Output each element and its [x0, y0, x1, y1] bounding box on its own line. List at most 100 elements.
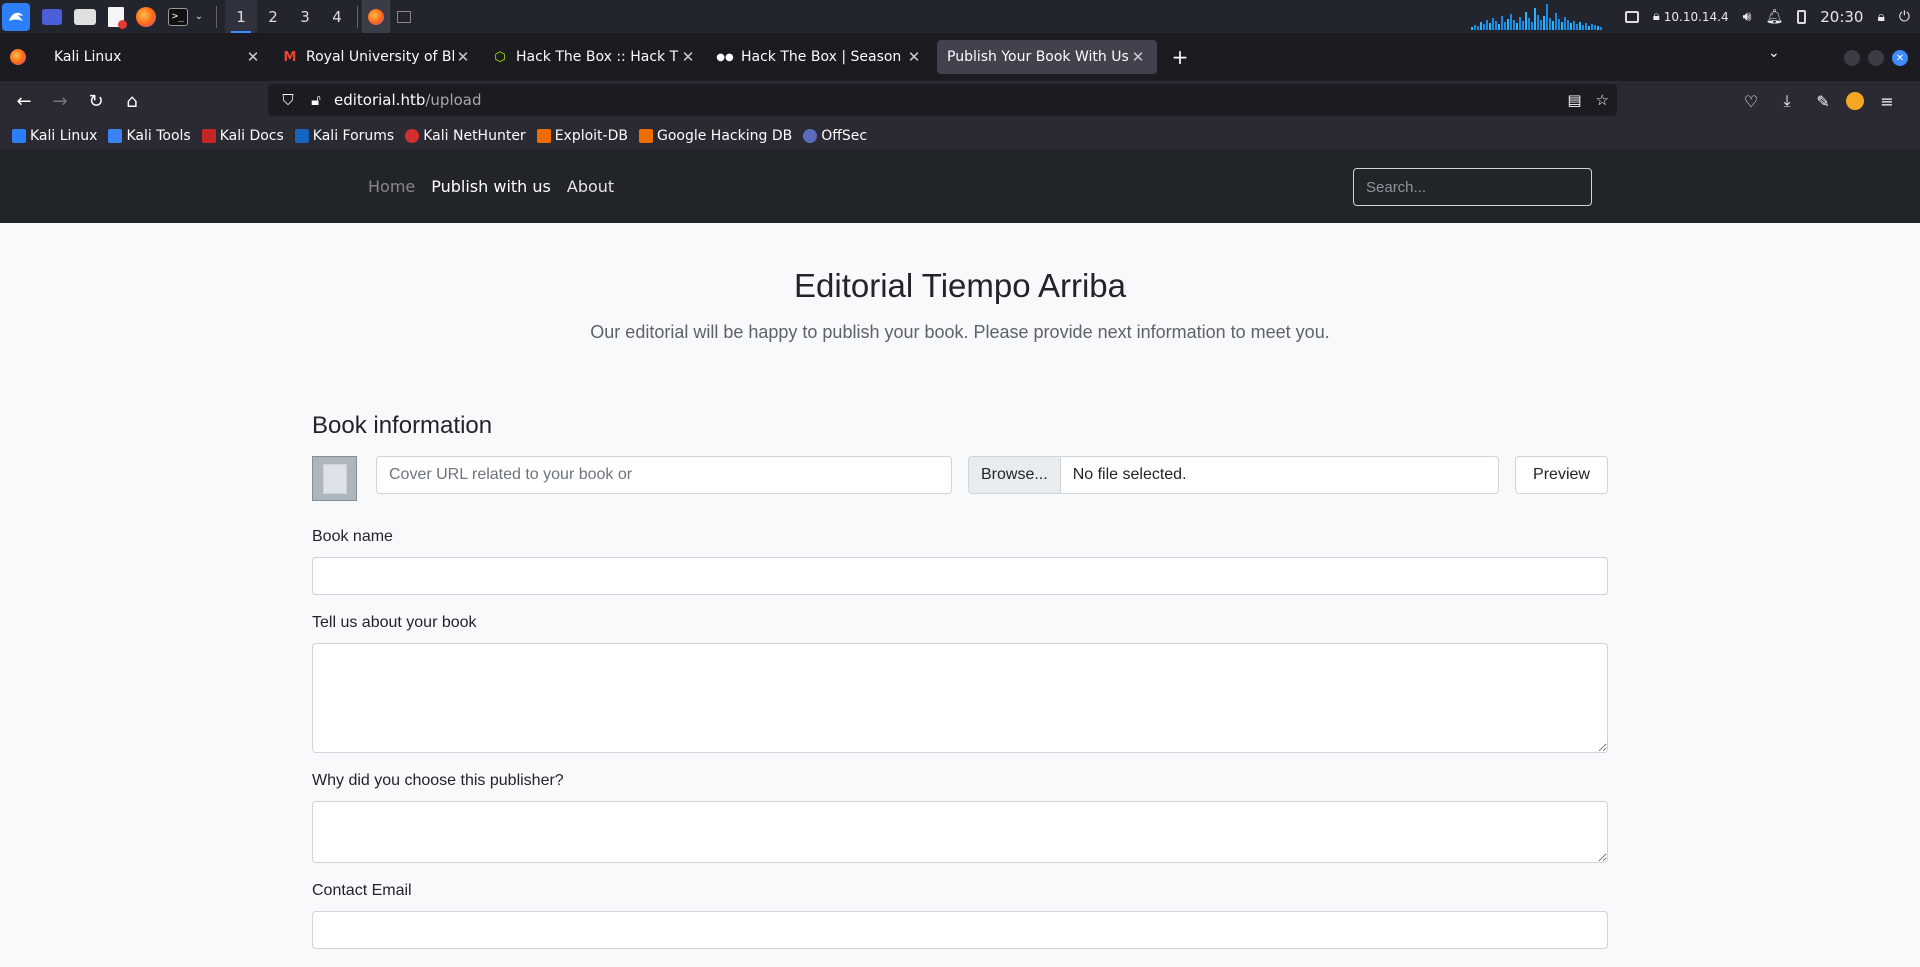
network-activity-bar: [1500, 15, 1503, 30]
account-avatar-icon[interactable]: [1846, 92, 1864, 110]
new-tab-button[interactable]: +: [1165, 45, 1195, 69]
close-icon[interactable]: ✕: [905, 48, 923, 66]
contact-email-label: Contact Email: [312, 882, 412, 899]
taskbar-firefox-icon[interactable]: [362, 0, 390, 33]
bookmark-star-icon[interactable]: ☆: [1596, 91, 1609, 109]
tab-title: Hack The Box | Season 5-: [741, 49, 905, 65]
tab-publish-your-book[interactable]: Publish Your Book With Us - E ✕: [937, 40, 1157, 74]
url-bar[interactable]: ⛉ 🔓︎ editorial.htb /upload ▤ ☆: [268, 84, 1617, 116]
notification-bell-icon[interactable]: 🔔︎: [1765, 9, 1783, 25]
network-activity-bar: [1545, 3, 1548, 30]
window-maximize-button[interactable]: [1868, 50, 1884, 66]
workspace-1[interactable]: 1: [225, 0, 257, 33]
network-graph: [1470, 3, 1611, 30]
text-editor-icon[interactable]: [108, 6, 127, 29]
chevron-down-icon[interactable]: ⌄: [194, 7, 204, 27]
network-activity-bar: [1536, 14, 1539, 30]
network-activity-bar: [1587, 25, 1590, 30]
pocket-icon[interactable]: ♡: [1738, 92, 1764, 111]
browser-navigation-bar: ← → ↻ ⌂ ⛉ 🔓︎ editorial.htb /upload ▤ ☆ ♡…: [0, 81, 1920, 121]
workspace-3[interactable]: 3: [289, 0, 321, 33]
browse-button[interactable]: Browse...: [969, 457, 1061, 493]
tab-hack-the-box[interactable]: ⬡ Hack The Box :: Hack The Box ✕: [482, 40, 707, 74]
reader-view-icon[interactable]: ▤: [1567, 91, 1581, 109]
firefox-view-icon[interactable]: [0, 49, 36, 65]
site-navbar: Home Publish with us About: [0, 150, 1920, 223]
url-path: /upload: [425, 91, 482, 109]
reload-icon[interactable]: ↻: [78, 86, 114, 116]
window-close-button[interactable]: ✕: [1892, 50, 1908, 66]
network-activity-bar: [1482, 23, 1485, 30]
display-icon[interactable]: [1624, 10, 1639, 23]
file-manager-icon[interactable]: [74, 8, 96, 25]
bookmark-kali-linux[interactable]: Kali Linux: [12, 128, 97, 144]
bookmark-kali-tools[interactable]: Kali Tools: [108, 128, 191, 144]
taskbar-terminal-icon[interactable]: [390, 0, 418, 33]
firefox-launcher-icon[interactable]: [136, 6, 156, 27]
bookmark-offsec[interactable]: OffSec: [803, 128, 867, 144]
nav-about-link[interactable]: About: [567, 177, 614, 196]
workspace-4[interactable]: 4: [321, 0, 353, 33]
offsec-icon: [803, 128, 818, 143]
gmail-icon: M: [283, 49, 297, 65]
contact-email-input[interactable]: [312, 911, 1608, 949]
power-icon[interactable]: ⏻: [1899, 9, 1910, 25]
close-icon[interactable]: ✕: [679, 48, 697, 66]
close-icon[interactable]: ✕: [1129, 48, 1147, 66]
page-title: Editorial Tiempo Arriba: [794, 267, 1126, 304]
htb-icon: ⬡: [494, 49, 506, 65]
cover-url-input[interactable]: [376, 456, 952, 494]
about-book-textarea[interactable]: [312, 643, 1608, 753]
book-name-input[interactable]: [312, 557, 1608, 595]
preview-button[interactable]: Preview: [1515, 456, 1608, 494]
home-icon[interactable]: ⌂: [114, 86, 150, 116]
page-info-icon[interactable]: 🔓︎: [302, 91, 330, 109]
window-minimize-button[interactable]: [1844, 50, 1860, 66]
kali-tools-icon: [108, 128, 123, 143]
network-activity-bar: [1542, 15, 1545, 30]
extensions-icon[interactable]: ✎: [1810, 92, 1836, 111]
cover-file-input[interactable]: Browse... No file selected.: [968, 456, 1499, 494]
bookmark-kali-docs[interactable]: Kali Docs: [201, 127, 284, 144]
panel-separator: [357, 5, 358, 28]
site-search-input[interactable]: [1353, 168, 1592, 206]
close-icon[interactable]: ✕: [244, 48, 262, 66]
panel-separator: [216, 5, 217, 28]
tracking-shield-icon[interactable]: ⛉: [274, 91, 302, 109]
why-publisher-textarea[interactable]: [312, 801, 1608, 863]
kali-docs-icon: [201, 128, 216, 143]
bookmark-google-hacking-db[interactable]: Google Hacking DB: [638, 127, 793, 144]
tab-royal-university[interactable]: M Royal University of Bhutan ✕: [272, 40, 482, 74]
show-desktop-icon[interactable]: [42, 8, 62, 25]
nav-home-link[interactable]: Home: [368, 177, 415, 196]
clock[interactable]: 20:30: [1820, 8, 1863, 26]
network-activity-bar: [1515, 22, 1518, 30]
back-arrow-icon[interactable]: ←: [6, 86, 42, 116]
bookmark-label: Kali Docs: [219, 127, 284, 144]
tab-htb-season[interactable]: ●● Hack The Box | Season 5- ✕: [707, 40, 933, 74]
tab-kali-linux[interactable]: Kali Linux ✕: [44, 40, 272, 74]
volume-icon[interactable]: 🔊︎: [1743, 9, 1752, 25]
terminal-launcher-icon[interactable]: >_: [168, 7, 188, 26]
forward-arrow-icon[interactable]: →: [42, 86, 78, 116]
downloads-icon[interactable]: ⤓: [1774, 91, 1800, 111]
medium-icon: ●●: [716, 51, 734, 63]
bookmark-kali-nethunter[interactable]: Kali NetHunter: [405, 128, 526, 144]
workspace-2[interactable]: 2: [257, 0, 289, 33]
bookmark-exploit-db[interactable]: Exploit-DB: [536, 128, 628, 144]
book-cover-icon: [318, 460, 347, 494]
app-menu-icon[interactable]: ≡: [1874, 92, 1900, 111]
nav-publish-link[interactable]: Publish with us: [431, 177, 551, 196]
network-activity-bar: [1539, 19, 1542, 30]
list-all-tabs-icon[interactable]: ⌄: [1768, 45, 1780, 61]
bookmark-label: Google Hacking DB: [656, 127, 793, 144]
exploit-db-icon: [536, 128, 551, 143]
network-activity-bar: [1527, 17, 1530, 30]
close-icon[interactable]: ✕: [454, 48, 472, 66]
kali-menu-icon[interactable]: [2, 2, 30, 31]
lock-screen-icon[interactable]: 🔒︎: [1877, 9, 1884, 25]
bookmark-kali-forums[interactable]: Kali Forums: [294, 128, 394, 144]
tab-title: Kali Linux: [54, 49, 122, 65]
network-activity-bar: [1548, 17, 1551, 30]
bookmark-label: Kali Linux: [30, 127, 98, 144]
